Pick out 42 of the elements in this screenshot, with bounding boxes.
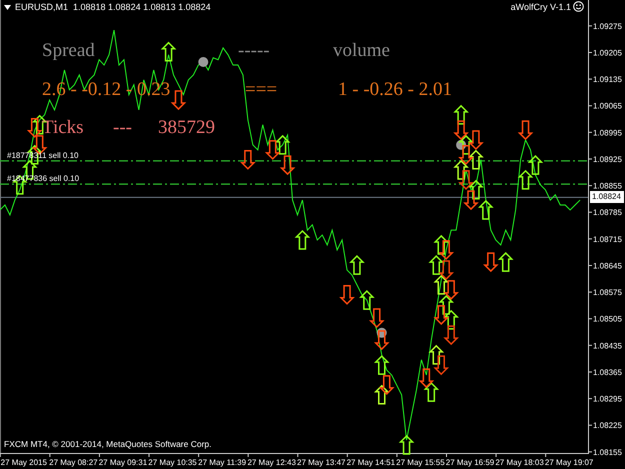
price-label: 1.08715 [593, 234, 622, 244]
bid-price-tag: 1.08824 [590, 191, 624, 204]
price-label: 1.09135 [593, 75, 622, 84]
chart-title: EURUSD,M1 1.08818 1.08824 1.08813 1.08824 [15, 1, 211, 13]
price-label: 1.08225 [593, 421, 622, 430]
price-label: 1.08995 [593, 128, 622, 138]
time-label: 27 May 2015 [0, 458, 47, 467]
price-label: 1.09205 [593, 48, 622, 58]
time-label: 27 May 11:39 [198, 458, 246, 467]
price-label: 1.08365 [593, 368, 622, 377]
time-label: 27 May 09:31 [98, 458, 148, 467]
indicator-text: volume [333, 40, 390, 62]
indicator-text: === [245, 79, 278, 101]
price-label: 1.08855 [593, 182, 622, 191]
price-label: 1.09065 [593, 102, 622, 111]
indicator-text: 1 - -0.26 - 2.01 [338, 79, 452, 101]
indicator-text: 385729 [158, 117, 215, 139]
copyright-text: FXCM MT4, © 2001-2014, MetaQuotes Software Corp. [4, 439, 212, 449]
price-label: 1.08505 [593, 314, 622, 324]
price-label: 1.08785 [593, 208, 622, 218]
indicator-text: --- [113, 117, 132, 139]
time-label: 27 May 19:07 [544, 458, 594, 467]
price-label: 1.08575 [593, 288, 622, 298]
time-label: 27 May 14:51 [346, 458, 396, 467]
time-label: 27 May 08:27 [49, 458, 98, 467]
price-label: 1.08295 [593, 394, 622, 404]
price-label: 1.08435 [593, 341, 622, 350]
expert-name: aWolfCry V-1.1 [510, 2, 571, 12]
time-label: 27 May 10:35 [148, 458, 197, 467]
price-label: 1.08925 [593, 154, 622, 164]
time-label: 27 May 15:55 [396, 458, 445, 467]
smiley-icon [573, 1, 584, 12]
dropdown-icon[interactable] [4, 4, 11, 10]
price-label: 1.08645 [593, 261, 622, 270]
time-label: 27 May 12:43 [247, 458, 296, 467]
indicator-text: Spread [42, 40, 95, 62]
price-label: 1.09275 [593, 22, 622, 31]
time-label: 27 May 13:47 [297, 458, 346, 467]
time-label: 27 May 18:03 [495, 458, 544, 467]
indicator-text: ----- [238, 40, 270, 62]
time-label: 27 May 16:59 [446, 458, 494, 467]
price-label: 1.08155 [593, 448, 622, 457]
